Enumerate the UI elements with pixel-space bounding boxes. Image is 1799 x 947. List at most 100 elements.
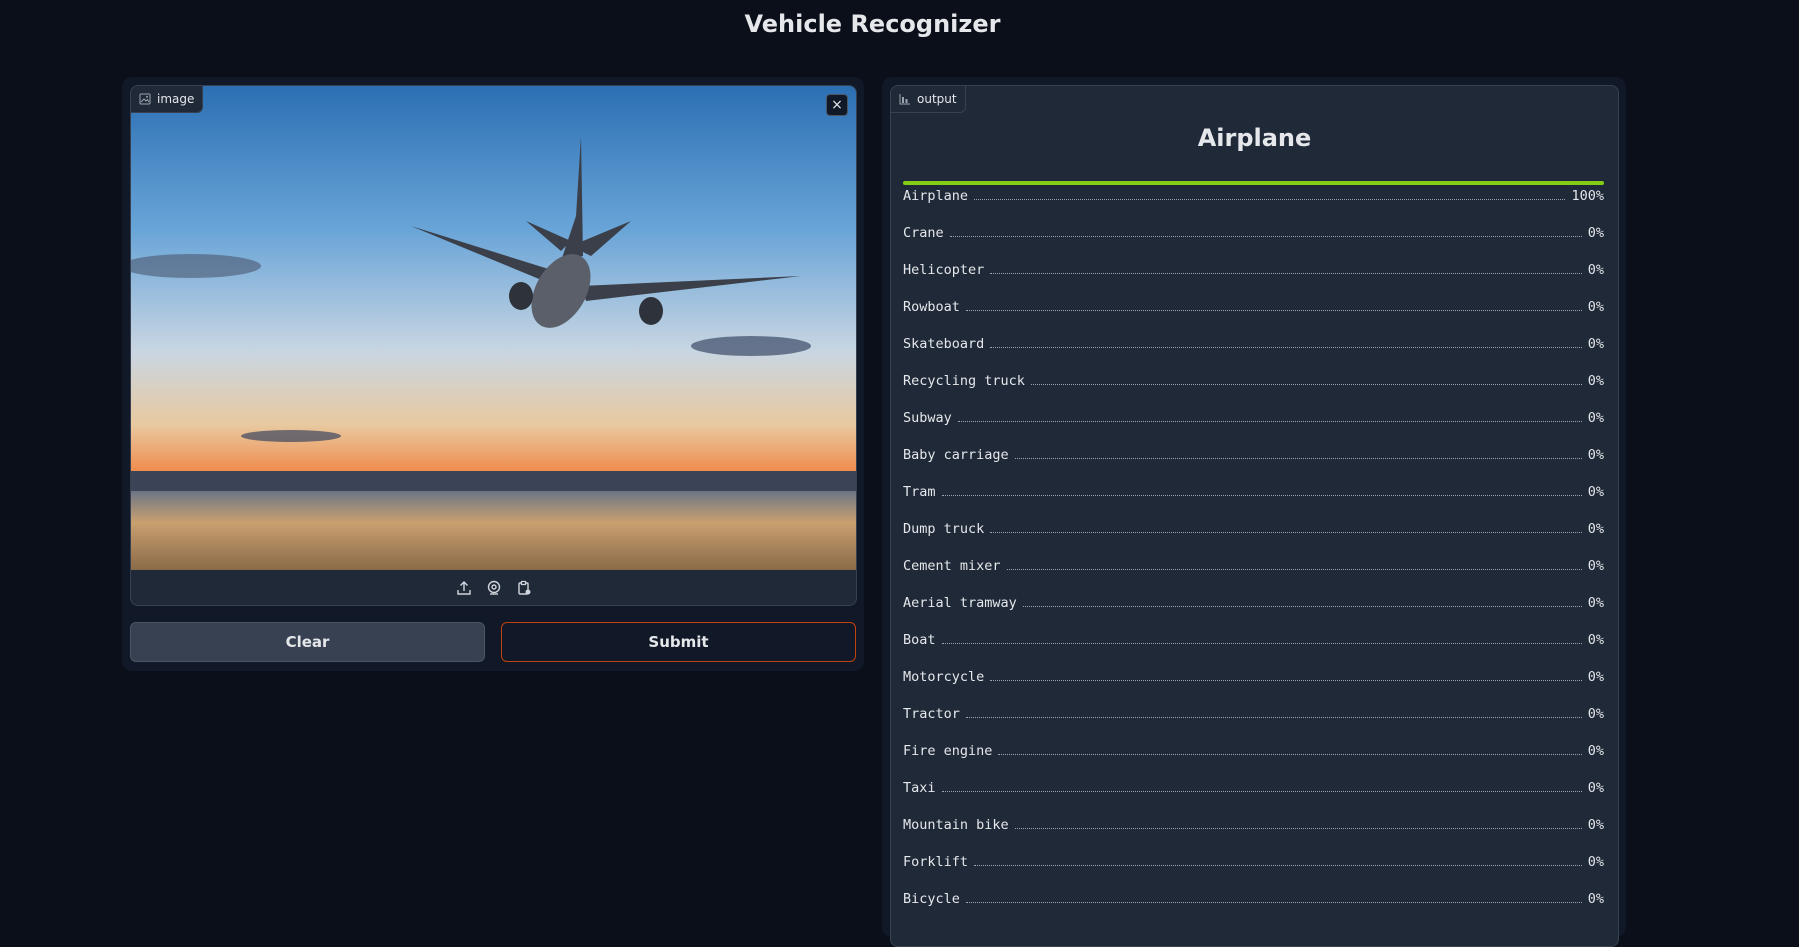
class-percentage: 100% [1571,188,1604,204]
class-percentage: 0% [1587,743,1604,759]
class-percentage: 0% [1587,595,1604,611]
output-label: output [917,92,957,106]
class-name: Tractor [903,706,960,722]
class-percentage: 0% [1587,410,1604,426]
dot-leader [941,494,1582,496]
confidence-row: Motorcycle 0% [903,657,1604,694]
confidence-row: Airplane 100% [903,188,1604,213]
bar-chart-icon [899,93,911,105]
clipboard-icon[interactable] [515,579,533,597]
image-label: image [157,92,195,106]
class-percentage: 0% [1587,891,1604,907]
class-name: Skateboard [903,336,985,352]
clear-button[interactable]: Clear [130,622,485,662]
dot-leader [990,679,1582,681]
confidence-row: Forklift 0% [903,842,1604,879]
dot-leader [1006,568,1582,570]
class-percentage: 0% [1587,299,1604,315]
class-percentage: 0% [1587,558,1604,574]
class-name: Subway [903,410,952,426]
top-prediction: Airplane [1197,124,1312,152]
dot-leader [1014,457,1582,459]
confidence-row: Helicopter 0% [903,250,1604,287]
class-percentage: 0% [1587,262,1604,278]
dot-leader [974,198,1566,200]
confidence-row: Bicycle 0% [903,879,1604,916]
dot-leader [941,642,1582,644]
confidence-row: Tractor 0% [903,694,1604,731]
image-label-tag: image [131,86,204,113]
upload-icon[interactable] [455,579,473,597]
class-name: Motorcycle [903,669,985,685]
class-name: Helicopter [903,262,985,278]
class-percentage: 0% [1587,225,1604,241]
class-percentage: 0% [1587,373,1604,389]
confidence-row: Taxi 0% [903,768,1604,805]
dot-leader [990,346,1582,348]
class-percentage: 0% [1587,854,1604,870]
class-percentage: 0% [1587,780,1604,796]
uploaded-photo [131,86,856,570]
confidence-row: Aerial tramway 0% [903,583,1604,620]
dot-leader [990,531,1582,533]
clear-image-button[interactable]: × [826,94,848,116]
webcam-icon[interactable] [485,579,503,597]
output-label-component: output Airplane Airplane 100% Crane 0% Helic… [890,85,1619,947]
class-name: Rowboat [903,299,960,315]
confidence-row: Baby carriage 0% [903,435,1604,472]
class-name: Dump truck [903,521,985,537]
class-name: Crane [903,225,944,241]
class-percentage: 0% [1587,706,1604,722]
class-name: Fire engine [903,743,993,759]
class-name: Forklift [903,854,969,870]
dot-leader [974,864,1582,866]
dot-leader [998,753,1582,755]
class-percentage: 0% [1587,521,1604,537]
page-title: Vehicle Recognizer [744,10,1001,38]
class-name: Bicycle [903,891,960,907]
submit-button[interactable]: Submit [501,622,856,662]
class-percentage: 0% [1587,484,1604,500]
class-name: Recycling truck [903,373,1025,389]
class-name: Tram [903,484,936,500]
confidence-row: Cement mixer 0% [903,546,1604,583]
confidence-bar [903,181,1604,185]
close-icon: × [831,97,843,113]
class-name: Taxi [903,780,936,796]
dot-leader [941,790,1582,792]
class-name: Baby carriage [903,447,1009,463]
class-name: Cement mixer [903,558,1001,574]
confidence-row: Fire engine 0% [903,731,1604,768]
confidence-row: Dump truck 0% [903,509,1604,546]
confidence-row: Boat 0% [903,620,1604,657]
class-percentage: 0% [1587,336,1604,352]
confidence-row: Mountain bike 0% [903,805,1604,842]
class-name: Aerial tramway [903,595,1017,611]
class-percentage: 0% [1587,632,1604,648]
image-icon [139,93,151,105]
confidence-list: Airplane 100% Crane 0% Helicopter 0% Rowboat 0%… [903,188,1604,916]
class-percentage: 0% [1587,669,1604,685]
class-percentage: 0% [1587,817,1604,833]
input-panel: image × Clear Submit [122,77,864,671]
class-name: Boat [903,632,936,648]
class-name: Airplane [903,188,969,204]
confidence-row: Crane 0% [903,213,1604,250]
dot-leader [965,716,1582,718]
confidence-row: Rowboat 0% [903,287,1604,324]
dot-leader [990,272,1582,274]
output-label-tag: output [891,86,966,113]
confidence-row: Tram 0% [903,472,1604,509]
dot-leader [949,235,1582,237]
class-name: Mountain bike [903,817,1009,833]
confidence-row: Recycling truck 0% [903,361,1604,398]
dot-leader [1030,383,1582,385]
dot-leader [965,309,1582,311]
class-percentage: 0% [1587,447,1604,463]
image-input[interactable]: image × [130,85,857,606]
confidence-bar-fill [903,181,1604,185]
dot-leader [1014,827,1582,829]
confidence-row: Skateboard 0% [903,324,1604,361]
confidence-row: Subway 0% [903,398,1604,435]
dot-leader [965,901,1582,903]
